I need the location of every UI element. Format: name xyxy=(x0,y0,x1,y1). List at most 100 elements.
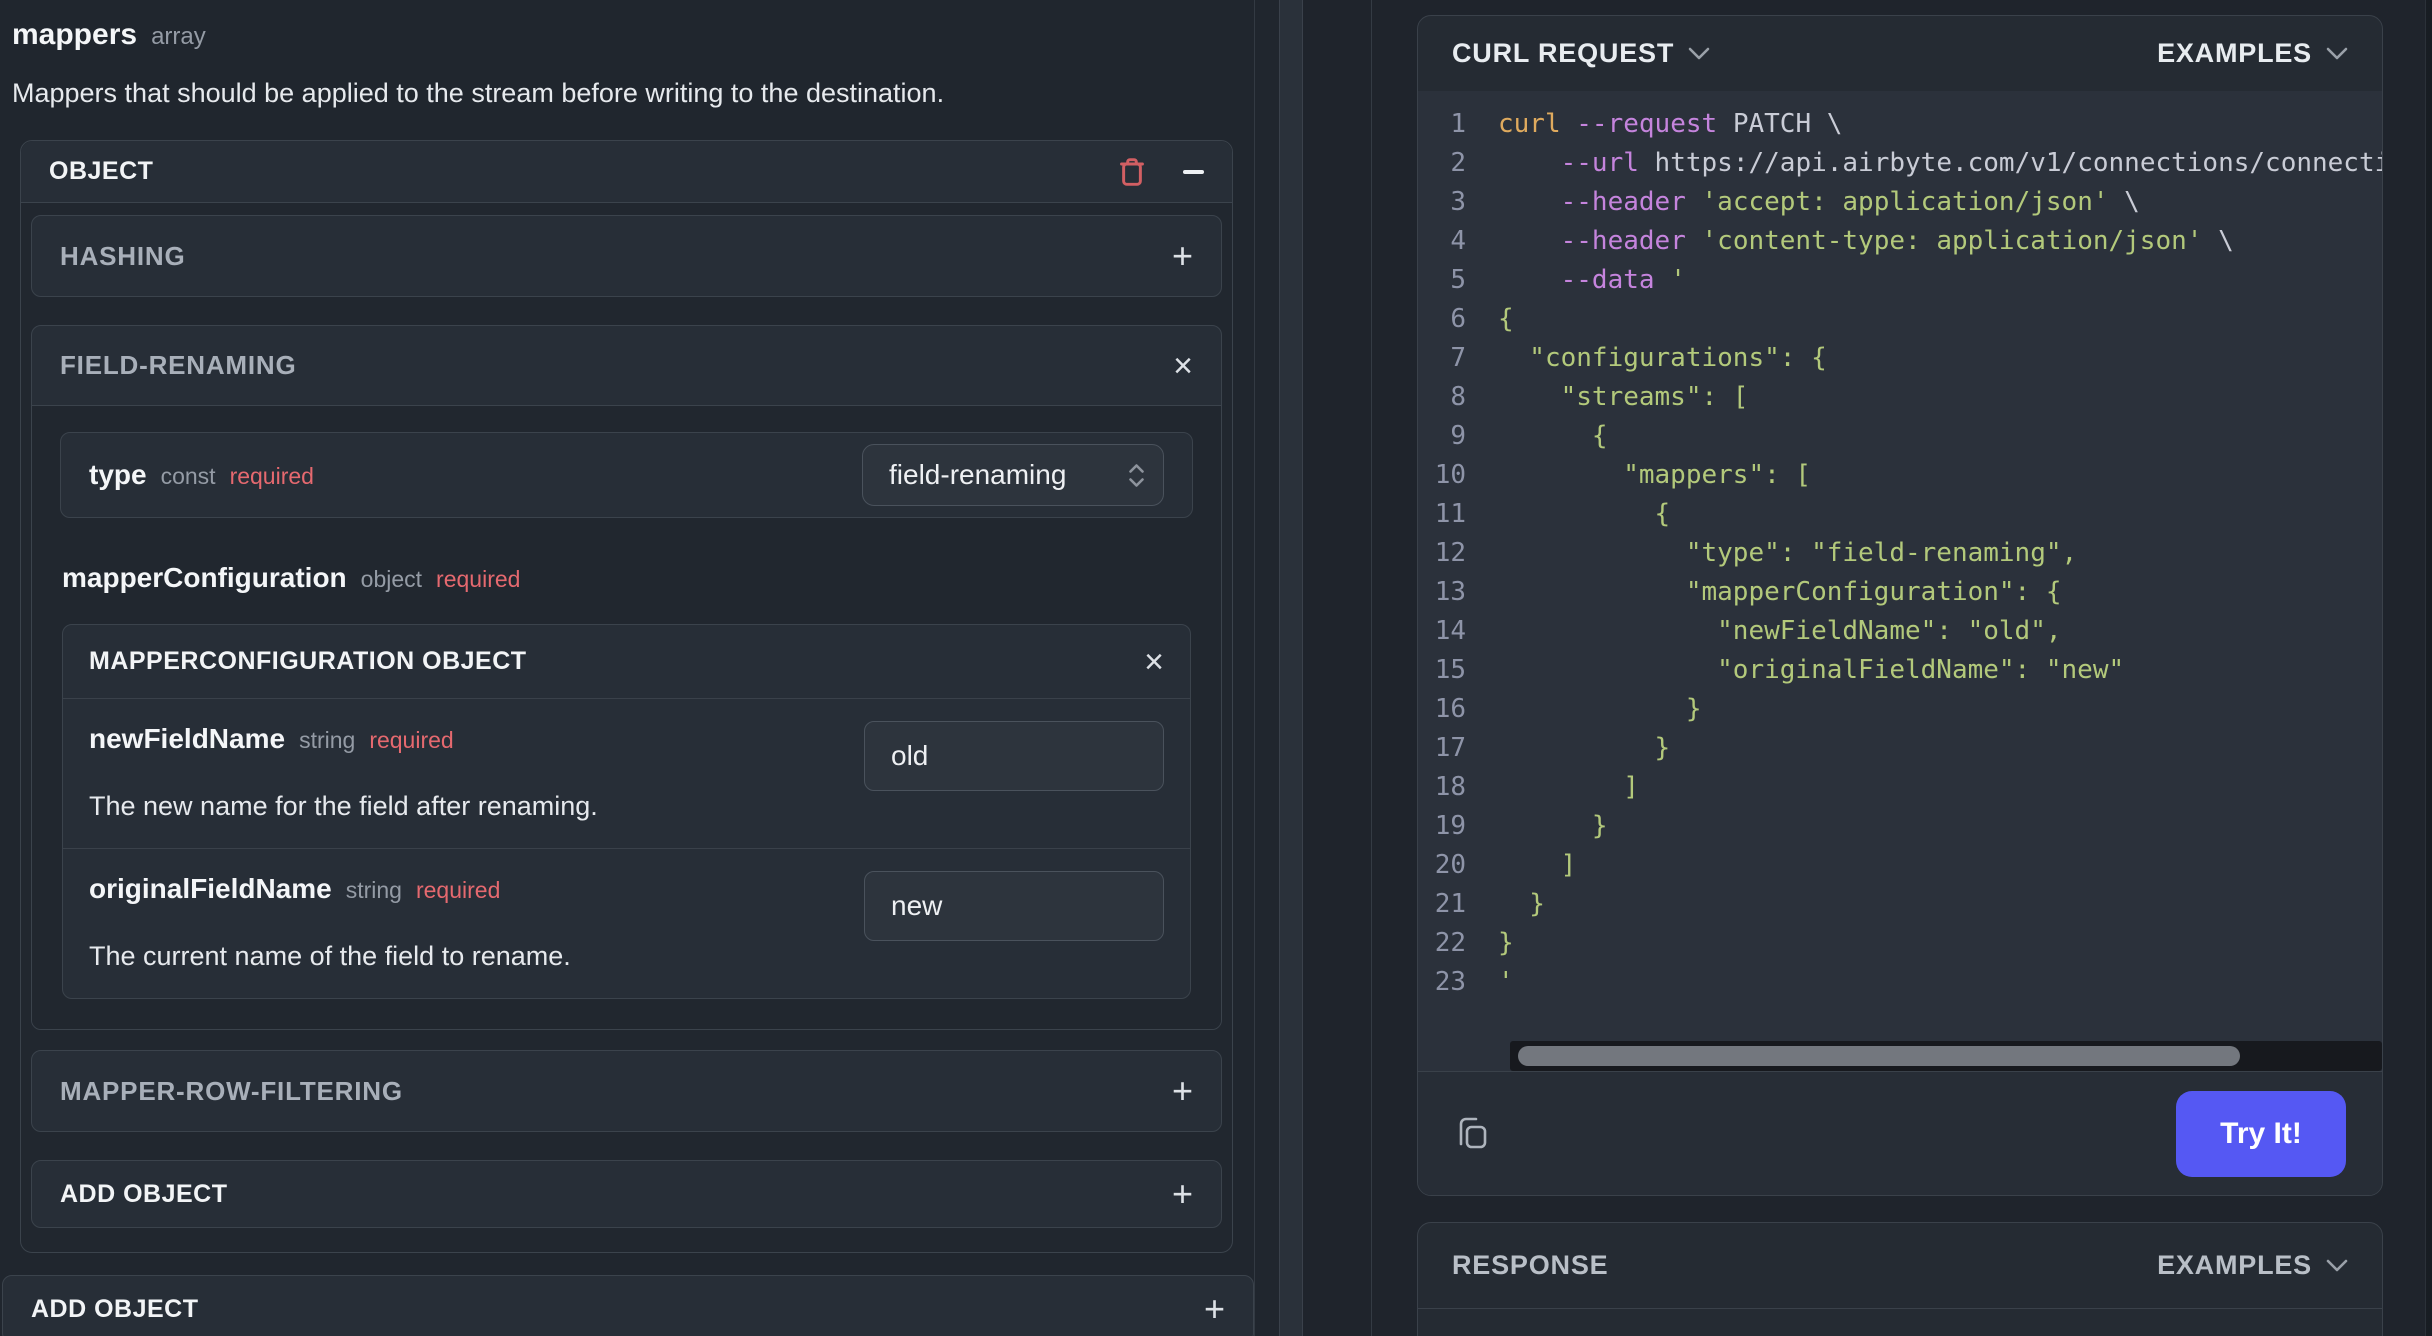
field-row-new-field-name: newFieldName string required The new nam… xyxy=(63,699,1190,848)
section-hashing-header[interactable]: HASHING + xyxy=(32,216,1221,296)
code-line: 4 --header 'content-type: application/js… xyxy=(1450,226,2234,256)
property-header: mappers array Mappers that should be app… xyxy=(0,18,1254,110)
code-line: 6{ xyxy=(1450,304,1514,334)
select-stepper-icon xyxy=(1129,463,1144,487)
code-line: 1 curl --request PATCH \ xyxy=(1450,109,1843,139)
mapper-configuration-label-row: mapperConfiguration object required xyxy=(62,562,1191,594)
field-required: required xyxy=(415,877,501,903)
mapper-configuration-kind: object xyxy=(360,566,423,592)
code-line: 11 { xyxy=(1434,499,1671,529)
type-field-name: type xyxy=(89,459,147,490)
horizontal-scrollbar xyxy=(1418,1041,2382,1071)
mapper-configuration-card: MAPPERCONFIGURATION OBJECT × newFieldNam… xyxy=(62,624,1191,999)
copy-code-button[interactable] xyxy=(1454,1114,1490,1154)
close-icon[interactable]: × xyxy=(1144,645,1164,679)
curl-request-title: CURL REQUEST xyxy=(1452,38,1675,68)
object-card-title: OBJECT xyxy=(49,157,154,185)
field-kind: string xyxy=(345,877,402,903)
section-mapper-row-filtering: MAPPER-ROW-FILTERING + xyxy=(31,1050,1222,1132)
add-object-button-root[interactable]: ADD OBJECT + xyxy=(2,1275,1254,1336)
add-object-button-inner[interactable]: ADD OBJECT + xyxy=(31,1160,1222,1228)
object-card-header: OBJECT xyxy=(21,141,1232,203)
try-it-button[interactable]: Try It! xyxy=(2176,1090,2346,1177)
examples-label: EXAMPLES xyxy=(2157,1250,2312,1280)
mapper-configuration-required: required xyxy=(436,566,521,592)
code-line: 21 } xyxy=(1434,889,1545,919)
examples-label: EXAMPLES xyxy=(2157,38,2312,68)
field-row-original-field-name: originalFieldName string required The cu… xyxy=(63,848,1190,998)
code-editor[interactable]: 1 curl --request PATCH \ 2 --url https://a… xyxy=(1418,91,2382,1041)
copy-icon xyxy=(1459,1117,1487,1148)
curl-request-header: CURL REQUEST EXAMPLES xyxy=(1418,16,2382,91)
scrollbar-track[interactable] xyxy=(1510,1041,2382,1071)
field-kind: string xyxy=(299,727,356,753)
code-line: 12 "type": "field-renaming", xyxy=(1434,538,2078,568)
code-line: 10 "mappers": [ xyxy=(1434,460,1812,490)
add-object-label: ADD OBJECT xyxy=(60,1179,228,1208)
object-card-body: HASHING + FIELD-RENAMING × type const re… xyxy=(21,203,1232,1252)
panel-divider xyxy=(1279,0,1303,1336)
chevron-down-icon xyxy=(1688,47,1710,60)
response-examples-dropdown[interactable]: EXAMPLES xyxy=(2157,1250,2348,1281)
api-reference-page: mappers array Mappers that should be app… xyxy=(0,0,2432,1336)
section-field-renaming: FIELD-RENAMING × type const required fie… xyxy=(31,325,1222,1030)
add-object-label: ADD OBJECT xyxy=(31,1294,199,1323)
field-description: The current name of the field to rename. xyxy=(89,941,571,971)
code-line: 13 "mapperConfiguration": { xyxy=(1434,577,2062,607)
code-line: 16 } xyxy=(1434,694,1702,724)
code-line: 14 "newFieldName": "old", xyxy=(1434,616,2062,646)
request-examples-dropdown[interactable]: EXAMPLES xyxy=(2157,38,2348,69)
code-line: 22} xyxy=(1434,928,1514,958)
close-icon[interactable]: × xyxy=(1173,349,1193,383)
code-line: 7 "configurations": { xyxy=(1450,343,1827,373)
section-mapper-row-filtering-header[interactable]: MAPPER-ROW-FILTERING + xyxy=(32,1051,1221,1131)
property-type-badge: array xyxy=(151,23,206,50)
code-line: 3 --header 'accept: application/json' \ xyxy=(1450,187,2140,217)
mapper-configuration-name: mapperConfiguration xyxy=(62,562,347,593)
mapper-configuration-card-header: MAPPERCONFIGURATION OBJECT × xyxy=(63,625,1190,699)
response-header: RESPONSE EXAMPLES xyxy=(1418,1223,2382,1309)
delete-object-button[interactable] xyxy=(1117,156,1147,188)
mapper-configuration-card-title: MAPPERCONFIGURATION OBJECT xyxy=(89,647,527,675)
section-mapper-row-filtering-label: MAPPER-ROW-FILTERING xyxy=(60,1075,403,1106)
plus-icon: + xyxy=(1171,1173,1193,1214)
curl-request-panel: CURL REQUEST EXAMPLES 1 curl --request PA… xyxy=(1417,15,2383,1196)
section-field-renaming-body: type const required field-renaming mappe… xyxy=(32,406,1221,1029)
type-select[interactable]: field-renaming xyxy=(862,444,1164,506)
scrollbar-thumb[interactable] xyxy=(1518,1046,2240,1066)
response-title: RESPONSE xyxy=(1452,1250,1609,1280)
section-field-renaming-header[interactable]: FIELD-RENAMING × xyxy=(32,326,1221,406)
type-select-value: field-renaming xyxy=(889,459,1067,490)
code-line: 5 --data ' xyxy=(1450,265,1686,295)
original-field-name-input[interactable] xyxy=(864,871,1164,941)
response-panel: RESPONSE EXAMPLES xyxy=(1417,1222,2383,1336)
code-line: 20 ] xyxy=(1434,850,1577,880)
plus-icon[interactable]: + xyxy=(1172,1073,1193,1109)
field-description: The new name for the field after renamin… xyxy=(89,791,598,821)
array-item-object-card: OBJECT HASHING + FIELD-RENAMING × type c… xyxy=(20,140,1233,1253)
plus-icon: + xyxy=(1203,1288,1225,1329)
language-dropdown[interactable]: CURL REQUEST xyxy=(1452,38,1710,69)
type-field-kind: const xyxy=(160,463,216,489)
page-scrollbar-gutter xyxy=(2425,0,2432,1336)
code-line: 19 } xyxy=(1434,811,1608,841)
chevron-down-icon xyxy=(2326,47,2348,60)
schema-form-column: mappers array Mappers that should be app… xyxy=(0,0,1255,1336)
response-body xyxy=(1418,1309,2382,1336)
type-field-required: required xyxy=(229,463,314,489)
plus-icon[interactable]: + xyxy=(1172,238,1193,274)
chevron-down-icon xyxy=(2326,1259,2348,1272)
code-line: 17 } xyxy=(1434,733,1671,763)
section-field-renaming-label: FIELD-RENAMING xyxy=(60,350,297,380)
section-hashing: HASHING + xyxy=(31,215,1222,297)
code-samples-column: CURL REQUEST EXAMPLES 1 curl --request PA… xyxy=(1303,0,2432,1336)
collapse-object-button[interactable] xyxy=(1183,169,1204,174)
field-name: originalFieldName xyxy=(89,873,332,904)
code-lines: 1 curl --request PATCH \ 2 --url https://a… xyxy=(1418,105,2382,1002)
field-required: required xyxy=(369,727,454,753)
code-line: 2 --url https://api.airbyte.com/v1/conne… xyxy=(1450,148,2382,178)
property-description: Mappers that should be applied to the st… xyxy=(12,78,945,108)
request-footer: Try It! xyxy=(1418,1071,2382,1195)
field-name: newFieldName xyxy=(89,723,286,754)
new-field-name-input[interactable] xyxy=(864,721,1164,791)
